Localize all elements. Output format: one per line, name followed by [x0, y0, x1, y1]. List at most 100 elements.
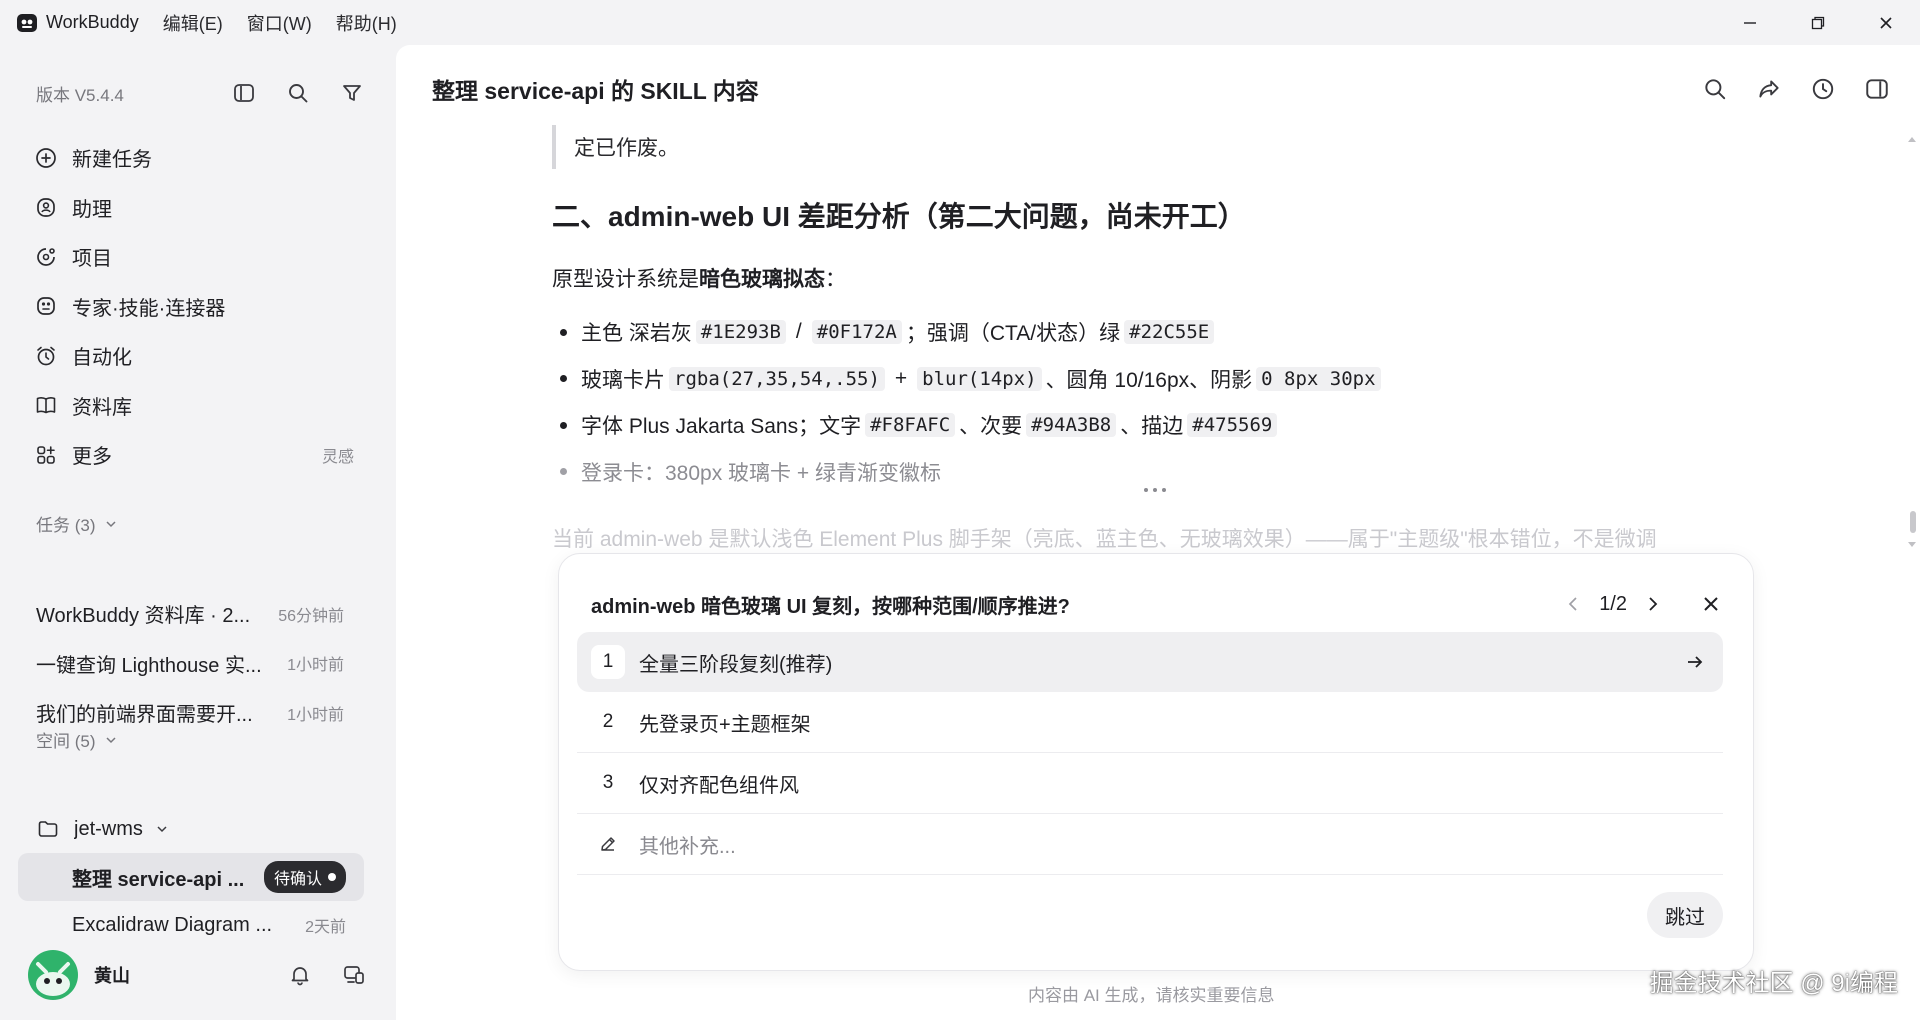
share-icon	[1759, 80, 1779, 98]
filter-icon	[343, 85, 361, 101]
menu-help[interactable]: 帮助(H)	[336, 10, 397, 36]
nav-new-task[interactable]: 新建任务	[24, 133, 364, 183]
nav-assistant[interactable]: 助理	[24, 183, 364, 233]
option-row: 2 先登录页+主题框架	[577, 692, 1723, 753]
task-time: 1小时前	[287, 706, 344, 724]
task-title: 一键查询 Lighthouse 实...	[36, 654, 262, 677]
arrow-right-icon	[1685, 652, 1705, 672]
share-button[interactable]	[1754, 74, 1784, 104]
option-3[interactable]: 3 仅对齐配色组件风	[577, 753, 1723, 813]
clock-icon	[1812, 78, 1834, 100]
task-item[interactable]: WorkBuddy 资料库 · 2... 56分钟前	[24, 589, 364, 639]
skip-button[interactable]: 跳过	[1647, 892, 1723, 938]
nav-label: 专家·技能·连接器	[72, 297, 226, 320]
option-number: 1	[591, 645, 625, 679]
notifications-button[interactable]	[286, 961, 314, 989]
inspiration-link[interactable]: 灵感	[322, 443, 354, 467]
sidebar-toolbar: 版本 V5.4.4	[36, 75, 366, 111]
window-controls	[1716, 0, 1920, 45]
scroll-up-arrow[interactable]	[1907, 135, 1917, 143]
code: #0F172A	[811, 320, 902, 345]
list-item: 字体 Plus Jakarta Sans；文字 #F8FAFC 、次要 #94A…	[552, 402, 1752, 449]
space-item-title: Excalidraw Diagram ...	[72, 913, 273, 936]
nav-label: 自动化	[72, 347, 132, 370]
next-question-button[interactable]	[1643, 595, 1661, 613]
code: #475569	[1187, 413, 1278, 438]
minimize-icon	[1744, 21, 1756, 24]
tasks-section-header[interactable]: 任务 (3)	[36, 511, 118, 536]
book-icon	[34, 393, 58, 417]
option-row: 1 全量三阶段复刻(推荐)	[577, 632, 1723, 692]
app-name: WorkBuddy	[46, 12, 139, 32]
assistant-icon	[34, 195, 58, 219]
menu-window[interactable]: 窗口(W)	[247, 10, 312, 36]
devices-icon	[344, 966, 364, 984]
space-item-active[interactable]: 整理 service-api ... 待确认	[18, 853, 364, 901]
task-item[interactable]: 一键查询 Lighthouse 实... 1小时前	[24, 639, 364, 689]
nav-label: 资料库	[72, 396, 132, 419]
space-name: jet-wms	[74, 817, 143, 840]
search-icon	[289, 84, 308, 103]
other-input[interactable]: 其他补充...	[577, 814, 1723, 874]
list-item: 主色 深岩灰 #1E293B / #0F172A ；强调（CTA/状态）绿 #2…	[552, 309, 1752, 356]
section-heading: 二、admin-web UI 差距分析（第二大问题，尚未开工）	[552, 201, 1246, 232]
other-placeholder: 其他补充...	[639, 835, 736, 858]
chevron-down-icon	[104, 733, 118, 747]
option-row: 其他补充...	[577, 814, 1723, 875]
menu-edit[interactable]: 编辑(E)	[163, 10, 223, 36]
sidebar-nav: 新建任务 助理 项目 专家·技能·连接器 自动化 资料库 更多 灵感	[24, 133, 364, 480]
text: 玻璃卡片	[581, 368, 665, 392]
devices-button[interactable]	[340, 961, 368, 989]
more-options-button[interactable]	[1130, 475, 1180, 505]
apps-icon	[34, 443, 58, 467]
version-label: 版本 V5.4.4	[36, 85, 124, 105]
nav-label: 新建任务	[72, 149, 152, 172]
toggle-sidebar-button[interactable]	[230, 79, 258, 107]
tasks-header-label: 任务 (3)	[36, 516, 96, 535]
task-title: 我们的前端界面需要开...	[36, 704, 253, 727]
pencil-icon	[591, 827, 625, 861]
page-indicator: 1/2	[1599, 592, 1627, 615]
close-question-button[interactable]	[1701, 594, 1721, 614]
nav-project[interactable]: 项目	[24, 232, 364, 282]
sidebar-filter-button[interactable]	[338, 79, 366, 107]
nav-more[interactable]: 更多 灵感	[24, 430, 364, 480]
page-title: 整理 service-api 的 SKILL 内容	[432, 78, 759, 104]
option-label: 全量三阶段复刻(推荐)	[639, 653, 833, 676]
option-2[interactable]: 2 先登录页+主题框架	[577, 692, 1723, 752]
bell-icon	[291, 967, 309, 986]
search-button[interactable]	[1700, 74, 1730, 104]
avatar[interactable]	[28, 950, 78, 1000]
minimize-button[interactable]	[1716, 0, 1784, 45]
spaces-section-header[interactable]: 空间 (5)	[36, 727, 118, 752]
restore-button[interactable]	[1784, 0, 1852, 45]
nav-automation[interactable]: 自动化	[24, 331, 364, 381]
text: 、描边	[1120, 415, 1184, 439]
space-item[interactable]: Excalidraw Diagram ... 2天前	[18, 901, 364, 949]
chevron-right-icon	[1649, 597, 1658, 611]
text: 、圆角 10/16px、阴影	[1045, 368, 1253, 392]
scrollbar-thumb[interactable]	[1910, 511, 1916, 533]
close-window-button[interactable]	[1852, 0, 1920, 45]
message-content: 定已作废。 二、admin-web UI 差距分析（第二大问题，尚未开工） 原型…	[552, 125, 1752, 495]
nav-experts-skills-connectors[interactable]: 专家·技能·连接器	[24, 282, 364, 332]
scroll-down-arrow[interactable]	[1907, 541, 1917, 549]
paragraph: 原型设计系统是暗色玻璃拟态：	[552, 263, 1752, 293]
history-button[interactable]	[1808, 74, 1838, 104]
space-folder-jet-wms[interactable]: jet-wms	[18, 805, 364, 853]
plus-circle-icon	[34, 146, 58, 170]
nav-library[interactable]: 资料库	[24, 381, 364, 431]
faded-paragraph: 当前 admin-web 是默认浅色 Element Plus 脚手架（亮底、蓝…	[552, 528, 1657, 551]
option-number: 2	[591, 705, 625, 739]
chevron-down-icon	[104, 517, 118, 531]
main-header: 整理 service-api 的 SKILL 内容	[432, 69, 1892, 109]
toggle-panel-button[interactable]	[1862, 74, 1892, 104]
title-bar: WorkBuddy 编辑(E) 窗口(W) 帮助(H)	[0, 0, 1920, 45]
status-dot	[328, 873, 336, 881]
option-1[interactable]: 1 全量三阶段复刻(推荐)	[577, 632, 1723, 692]
project-icon	[34, 245, 58, 269]
prev-question-button[interactable]	[1565, 595, 1583, 613]
para-prefix: 原型设计系统是	[552, 268, 699, 291]
sidebar-search-button[interactable]	[284, 79, 312, 107]
task-list: WorkBuddy 资料库 · 2... 56分钟前 一键查询 Lighthou…	[24, 589, 364, 738]
